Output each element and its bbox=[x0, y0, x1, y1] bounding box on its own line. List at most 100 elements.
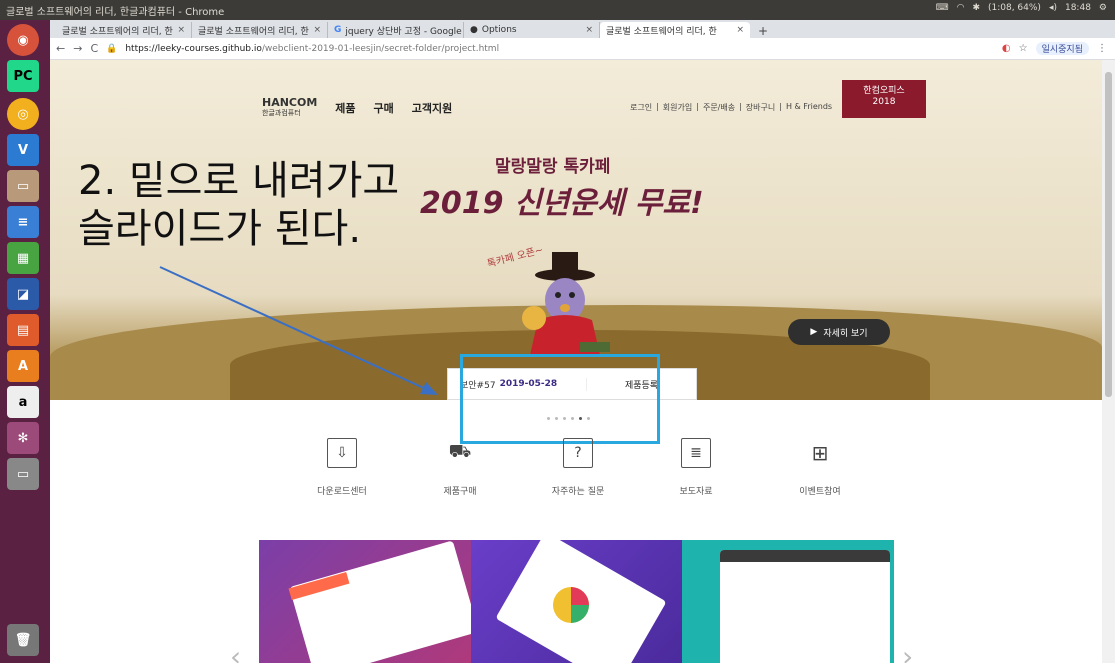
util-signup[interactable]: 회원가입 bbox=[663, 102, 692, 113]
nav-products[interactable]: 제품 bbox=[335, 100, 355, 116]
battery-status[interactable]: (1:08, 64%) bbox=[988, 3, 1041, 13]
tab-label: 글로벌 소프트웨어의 리더, 한 bbox=[198, 26, 309, 37]
browser-window: 글로벌 소프트웨어의 리더, 한 × 글로벌 소프트웨어의 리더, 한 × Gjqu… bbox=[50, 20, 1115, 663]
tab-4[interactable]: ● Options × bbox=[464, 22, 600, 38]
back-icon[interactable]: ← bbox=[56, 42, 65, 55]
card-mockup bbox=[720, 550, 891, 663]
writer-icon[interactable]: ≡ bbox=[7, 206, 39, 238]
quick-link-label: 제품구매 bbox=[443, 487, 477, 497]
promo-title: 2019 신년운세 무료! bbox=[420, 186, 704, 221]
star-icon[interactable]: ☆ bbox=[1019, 43, 1028, 54]
ubuntu-logo-icon[interactable]: ◉ bbox=[7, 24, 39, 56]
card-thinkfree[interactable] bbox=[682, 540, 895, 663]
photos-icon[interactable]: ◪ bbox=[7, 278, 39, 310]
extension-icon[interactable]: ◐ bbox=[1002, 43, 1011, 54]
card-hancom-space[interactable] bbox=[259, 540, 471, 663]
lock-icon: 🔒 bbox=[106, 43, 118, 54]
util-orders[interactable]: 주문/배송 bbox=[703, 102, 735, 113]
address-bar[interactable]: https://leeky-courses.github.io/webclien… bbox=[125, 44, 499, 54]
forward-icon[interactable]: → bbox=[73, 42, 82, 55]
tab-1[interactable]: 글로벌 소프트웨어의 리더, 한 × bbox=[56, 22, 192, 38]
quick-link-purchase[interactable]: ⛟ 제품구매 bbox=[400, 438, 520, 497]
quick-link-event[interactable]: ⊞ 이벤트참여 bbox=[760, 438, 880, 497]
google-icon: G bbox=[334, 25, 342, 35]
power-icon[interactable]: ⚙ bbox=[1099, 3, 1107, 13]
play-icon: ▶ bbox=[810, 327, 818, 337]
chevron-left-icon[interactable]: ‹ bbox=[230, 640, 241, 663]
scrollbar-thumb[interactable] bbox=[1105, 72, 1112, 397]
nav-support[interactable]: 고객지원 bbox=[412, 100, 452, 116]
hanoffice-banner[interactable]: 한컴오피스 2018 bbox=[842, 80, 926, 118]
news-icon: ≣ bbox=[681, 438, 711, 468]
url-path: /webclient-2019-01-leesjin/secret-folder… bbox=[261, 43, 500, 54]
quick-link-label: 자주하는 질문 bbox=[551, 487, 605, 497]
trash-icon[interactable]: 🗑 bbox=[7, 624, 39, 656]
settings-icon[interactable]: ✻ bbox=[7, 422, 39, 454]
detail-button-label: 자세히 보기 bbox=[823, 328, 868, 339]
tab-5-active[interactable]: 글로벌 소프트웨어의 리더, 한 × bbox=[600, 22, 750, 38]
tab-label: 글로벌 소프트웨어의 리더, 한 bbox=[62, 26, 173, 37]
cart-icon: ⛟ bbox=[448, 441, 472, 462]
url-host: https://leeky-courses.github.io bbox=[125, 43, 262, 54]
page-scrollbar[interactable] bbox=[1102, 60, 1115, 663]
keyboard-icon[interactable]: ⌨ bbox=[936, 3, 949, 13]
clock[interactable]: 18:48 bbox=[1065, 3, 1091, 13]
question-icon: ? bbox=[563, 438, 593, 468]
tab-3[interactable]: Gjquery 상단바 고정 - Google× bbox=[328, 22, 464, 38]
calc-icon[interactable]: ▦ bbox=[7, 242, 39, 274]
product-cards bbox=[259, 540, 895, 663]
close-icon[interactable]: × bbox=[585, 25, 593, 35]
tab-label: 글로벌 소프트웨어의 리더, 한 bbox=[606, 26, 717, 37]
gift-icon: ⊞ bbox=[811, 441, 829, 465]
util-friends[interactable]: H & Friends bbox=[786, 102, 832, 113]
volume-icon[interactable]: ◂) bbox=[1049, 3, 1057, 13]
files-icon[interactable]: ▭ bbox=[7, 170, 39, 202]
annotation-text: 2. 밑으로 내려가고 슬라이드가 된다. bbox=[78, 158, 400, 252]
card-mockup-titlebar bbox=[720, 550, 891, 562]
browser-toolbar: ← → C 🔒 https://leeky-courses.github.io/… bbox=[50, 38, 1115, 60]
site-nav: HANCOM 한글과컴퓨터 제품 구매 고객지원 로그인 | 회원가입 | 주문/배송… bbox=[262, 80, 992, 124]
logo-sub: 한글과컴퓨터 bbox=[262, 109, 301, 117]
quick-link-label: 보도자료 bbox=[679, 487, 713, 497]
util-nav: 로그인 | 회원가입 | 주문/배송 | 장바구니 | H & Friends bbox=[630, 102, 833, 113]
pie-chart-graphic bbox=[552, 587, 589, 623]
quick-link-label: 다운로드센터 bbox=[317, 487, 367, 497]
pycharm-icon[interactable]: PC bbox=[7, 60, 39, 92]
tab-strip: 글로벌 소프트웨어의 리더, 한 × 글로벌 소프트웨어의 리더, 한 × Gjqu… bbox=[50, 20, 1115, 38]
close-icon[interactable]: × bbox=[736, 25, 744, 35]
quick-link-faq[interactable]: ? 자주하는 질문 bbox=[518, 438, 638, 497]
github-icon: ● bbox=[470, 25, 478, 35]
close-icon[interactable]: × bbox=[313, 25, 321, 35]
amazon-icon[interactable]: a bbox=[7, 386, 39, 418]
util-cart[interactable]: 장바구니 bbox=[746, 102, 775, 113]
util-login[interactable]: 로그인 bbox=[630, 102, 652, 113]
software-center-icon[interactable]: A bbox=[7, 350, 39, 382]
menu-icon[interactable]: ⋮ bbox=[1097, 43, 1107, 54]
hanoffice-line2: 2018 bbox=[872, 97, 896, 107]
reload-icon[interactable]: C bbox=[90, 42, 98, 55]
card-mockup bbox=[289, 540, 471, 663]
promo-subtitle: 말랑말랑 톡카페 bbox=[495, 157, 611, 177]
chrome-icon[interactable]: ◎ bbox=[7, 98, 39, 130]
quick-links: ⇩ 다운로드센터 ⛟ 제품구매 ? 자주하는 질문 ≣ 보도자료 ⊞ 이벤트참여 bbox=[282, 438, 882, 528]
drive-icon[interactable]: ▭ bbox=[7, 458, 39, 490]
quick-link-download[interactable]: ⇩ 다운로드센터 bbox=[282, 438, 402, 497]
detail-button[interactable]: ▶ 자세히 보기 bbox=[788, 319, 890, 345]
hanoffice-line1: 한컴오피스 bbox=[863, 86, 905, 96]
new-tab-button[interactable]: + bbox=[750, 24, 776, 38]
chevron-right-icon[interactable]: › bbox=[902, 640, 913, 663]
close-icon[interactable]: × bbox=[177, 25, 185, 35]
quick-link-news[interactable]: ≣ 보도자료 bbox=[636, 438, 756, 497]
hancom-logo[interactable]: HANCOM 한글과컴퓨터 bbox=[262, 97, 317, 118]
bluetooth-icon[interactable]: ✱ bbox=[972, 3, 980, 13]
user-chip[interactable]: 일시중지됨 bbox=[1035, 42, 1089, 55]
impress-icon[interactable]: ▤ bbox=[7, 314, 39, 346]
card-hancom-office[interactable] bbox=[470, 540, 683, 663]
vscode-icon[interactable]: V bbox=[7, 134, 39, 166]
annotation-highlight-box bbox=[460, 354, 660, 444]
tab-2[interactable]: 글로벌 소프트웨어의 리더, 한 × bbox=[192, 22, 328, 38]
nav-purchase[interactable]: 구매 bbox=[374, 100, 394, 116]
download-icon: ⇩ bbox=[327, 438, 357, 468]
wifi-icon[interactable]: ◠ bbox=[957, 3, 965, 13]
quick-link-label: 이벤트참여 bbox=[799, 487, 841, 497]
